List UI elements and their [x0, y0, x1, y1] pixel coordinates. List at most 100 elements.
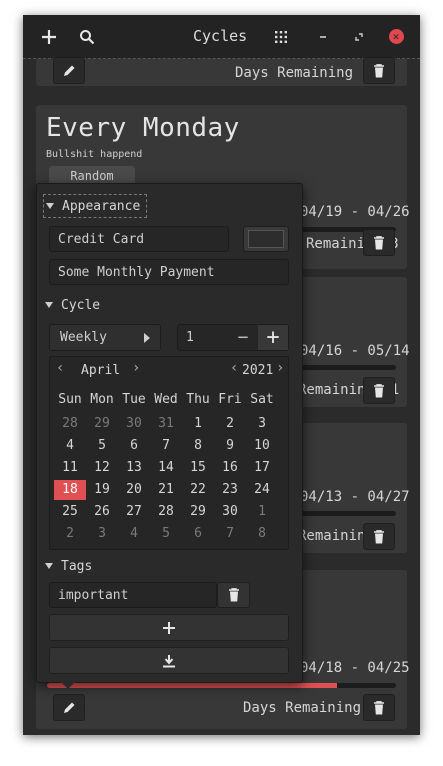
- edit-popover: Appearance Credit Card Some Monthly Paym…: [36, 183, 303, 683]
- frequency-value: Weekly: [60, 330, 107, 345]
- calendar-day[interactable]: 25: [54, 502, 86, 522]
- color-picker-button[interactable]: [243, 226, 289, 252]
- name-field[interactable]: Credit Card: [49, 226, 229, 252]
- tags-label: Tags: [61, 558, 93, 574]
- menu-button[interactable]: [267, 15, 295, 58]
- calendar-day[interactable]: 6: [182, 524, 214, 544]
- color-swatch: [248, 230, 284, 248]
- calendar-day[interactable]: 5: [86, 436, 118, 456]
- calendar-day[interactable]: 2: [214, 414, 246, 434]
- calendar-day[interactable]: 7: [150, 436, 182, 456]
- progress-bar: [47, 683, 396, 688]
- search-button[interactable]: [73, 15, 101, 58]
- calendar-day[interactable]: 30: [118, 414, 150, 434]
- header-bar: Cycles ✕: [23, 15, 420, 58]
- count-spinbutton[interactable]: 1 − +: [177, 324, 289, 351]
- calendar-day[interactable]: 8: [182, 436, 214, 456]
- calendar-day[interactable]: 21: [150, 480, 182, 500]
- restore-icon: [355, 32, 363, 41]
- calendar-day[interactable]: 17: [246, 458, 278, 478]
- calendar-day[interactable]: 4: [54, 436, 86, 456]
- calendar-day[interactable]: 22: [182, 480, 214, 500]
- calendar-day[interactable]: 20: [118, 480, 150, 500]
- calendar-day[interactable]: 1: [246, 502, 278, 522]
- add-button[interactable]: [35, 15, 63, 58]
- window-title: Cycles: [193, 27, 248, 45]
- calendar-day[interactable]: 19: [86, 480, 118, 500]
- calendar[interactable]: ‹ April › ‹ 2021 › Sun Mon Tue Wed Thu Fri Sat…: [49, 356, 289, 550]
- calendar-day-selected[interactable]: 18: [54, 480, 86, 500]
- calendar-day[interactable]: 11: [54, 458, 86, 478]
- tag-delete-button[interactable]: [217, 582, 250, 608]
- next-year-icon[interactable]: ›: [276, 360, 284, 376]
- cycle-label: Cycle: [61, 297, 101, 313]
- next-month-icon[interactable]: ›: [132, 360, 140, 376]
- weekday-label: Fri: [218, 392, 242, 407]
- plus-icon: [163, 621, 175, 634]
- tags-expander[interactable]: Tags: [45, 556, 92, 576]
- save-button[interactable]: [49, 647, 289, 674]
- delete-button[interactable]: [363, 377, 395, 404]
- calendar-day[interactable]: 13: [118, 458, 150, 478]
- weekday-label: Thu: [186, 392, 210, 407]
- trash-icon: [374, 383, 384, 397]
- calendar-day[interactable]: 14: [150, 458, 182, 478]
- calendar-day[interactable]: 10: [246, 436, 278, 456]
- add-tag-button[interactable]: [49, 614, 289, 641]
- calendar-day[interactable]: 12: [86, 458, 118, 478]
- calendar-day[interactable]: 29: [86, 414, 118, 434]
- restore-button[interactable]: [345, 15, 373, 58]
- appearance-expander[interactable]: Appearance: [43, 194, 148, 218]
- delete-button[interactable]: [363, 229, 395, 256]
- days-remaining: Days Remaining 2: [243, 700, 378, 716]
- delete-button[interactable]: [363, 523, 395, 550]
- prev-month-icon[interactable]: ‹: [56, 360, 64, 376]
- calendar-day[interactable]: 30: [214, 502, 246, 522]
- frequency-dropdown[interactable]: Weekly: [49, 324, 161, 351]
- calendar-month: April: [81, 363, 121, 378]
- trash-icon: [228, 588, 239, 602]
- calendar-day[interactable]: 8: [246, 524, 278, 544]
- calendar-day[interactable]: 5: [150, 524, 182, 544]
- delete-button[interactable]: [363, 694, 395, 721]
- grid-menu-icon: [275, 30, 287, 43]
- prev-year-icon[interactable]: ‹: [230, 360, 238, 376]
- calendar-day[interactable]: 23: [214, 480, 246, 500]
- cycle-expander[interactable]: Cycle: [45, 295, 100, 315]
- decrement-button[interactable]: −: [228, 325, 258, 350]
- calendar-day[interactable]: 7: [214, 524, 246, 544]
- calendar-day[interactable]: 15: [182, 458, 214, 478]
- close-button[interactable]: ✕: [382, 15, 410, 58]
- close-icon: ✕: [388, 29, 404, 44]
- minimize-button[interactable]: [309, 15, 337, 58]
- calendar-day[interactable]: 27: [118, 502, 150, 522]
- increment-button[interactable]: +: [258, 325, 288, 350]
- calendar-day[interactable]: 9: [214, 436, 246, 456]
- delete-button[interactable]: [363, 57, 395, 84]
- calendar-day[interactable]: 28: [150, 502, 182, 522]
- trash-icon: [374, 63, 384, 77]
- calendar-day[interactable]: 6: [118, 436, 150, 456]
- calendar-day[interactable]: 3: [246, 414, 278, 434]
- edit-button[interactable]: [53, 57, 85, 84]
- calendar-day[interactable]: 31: [150, 414, 182, 434]
- days-remaining: Days Remaining 11: [235, 65, 378, 81]
- calendar-day[interactable]: 24: [246, 480, 278, 500]
- edit-button[interactable]: [53, 694, 85, 721]
- calendar-day[interactable]: 29: [182, 502, 214, 522]
- calendar-day[interactable]: 4: [118, 524, 150, 544]
- appearance-label: Appearance: [62, 198, 141, 214]
- calendar-day[interactable]: 2: [54, 524, 86, 544]
- calendar-day[interactable]: 28: [54, 414, 86, 434]
- date-range: 04/16 - 05/14: [300, 343, 410, 359]
- calendar-day[interactable]: 1: [182, 414, 214, 434]
- calendar-day[interactable]: 26: [86, 502, 118, 522]
- calendar-day[interactable]: 16: [214, 458, 246, 478]
- calendar-day[interactable]: 3: [86, 524, 118, 544]
- description-field[interactable]: Some Monthly Payment: [49, 259, 289, 285]
- tag-field[interactable]: important: [49, 582, 217, 608]
- expander-arrow-icon: [45, 302, 53, 308]
- popover-arrow: [60, 681, 76, 689]
- date-range: 04/18 - 04/25: [300, 660, 410, 676]
- plus-icon: [42, 29, 56, 44]
